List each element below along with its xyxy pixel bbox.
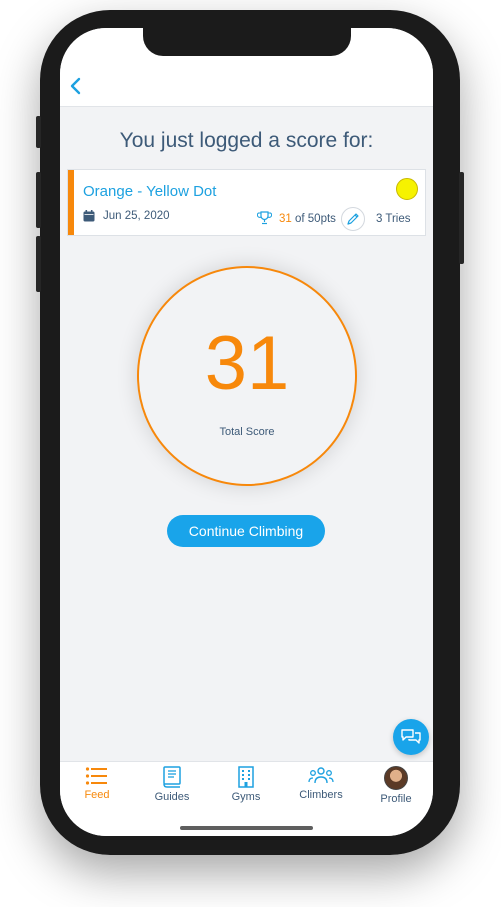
- tab-label: Profile: [380, 793, 412, 805]
- calendar-icon: [83, 210, 95, 222]
- tab-label: Climbers: [299, 789, 343, 801]
- app-screen: You just logged a score for: Orange - Ye…: [60, 28, 433, 836]
- route-color-stripe: [68, 170, 74, 235]
- tab-gyms[interactable]: Gyms: [216, 766, 276, 806]
- power-button: [459, 172, 464, 264]
- tab-feed[interactable]: Feed: [67, 766, 127, 806]
- home-indicator: [180, 826, 313, 830]
- bottom-tab-bar: Feed Guides Gyms Climbers Profile: [60, 761, 433, 836]
- pencil-icon: [347, 213, 359, 225]
- chevron-left-icon[interactable]: [68, 76, 84, 96]
- route-tries: 3 Tries: [376, 213, 411, 225]
- route-score-suffix: of 50pts: [291, 213, 336, 225]
- tab-label: Guides: [154, 791, 190, 803]
- people-icon: [308, 767, 334, 784]
- route-dot-indicator: [396, 178, 418, 200]
- tab-label: Feed: [84, 789, 110, 801]
- total-score-value: 31: [204, 321, 290, 406]
- volume-down-button: [36, 236, 41, 292]
- tab-label: Gyms: [231, 791, 261, 803]
- total-score-circle: 31 Total Score: [137, 266, 357, 486]
- route-score-value: 31: [279, 213, 292, 225]
- trophy-icon: [257, 211, 272, 225]
- mute-switch: [36, 116, 41, 148]
- route-score-text: 31 of 50pts: [279, 213, 336, 225]
- continue-climbing-button[interactable]: Continue Climbing: [167, 515, 325, 547]
- book-icon: [163, 766, 181, 788]
- building-icon: [238, 766, 254, 788]
- tab-climbers[interactable]: Climbers: [291, 766, 351, 806]
- edit-score-button[interactable]: [341, 207, 365, 231]
- tab-guides[interactable]: Guides: [142, 766, 202, 806]
- route-date: Jun 25, 2020: [103, 210, 170, 222]
- chat-button[interactable]: [393, 719, 429, 755]
- volume-up-button: [36, 172, 41, 228]
- chat-bubbles-icon: [401, 729, 421, 744]
- avatar: [384, 766, 408, 790]
- device-notch: [143, 28, 351, 56]
- route-name: Orange - Yellow Dot: [83, 183, 217, 200]
- list-icon: [85, 767, 107, 785]
- tab-profile[interactable]: Profile: [366, 766, 426, 806]
- total-score-label: Total Score: [219, 426, 275, 438]
- route-card[interactable]: Orange - Yellow Dot Jun 25, 2020 31 of 5…: [67, 169, 426, 236]
- page-title: You just logged a score for:: [119, 129, 374, 152]
